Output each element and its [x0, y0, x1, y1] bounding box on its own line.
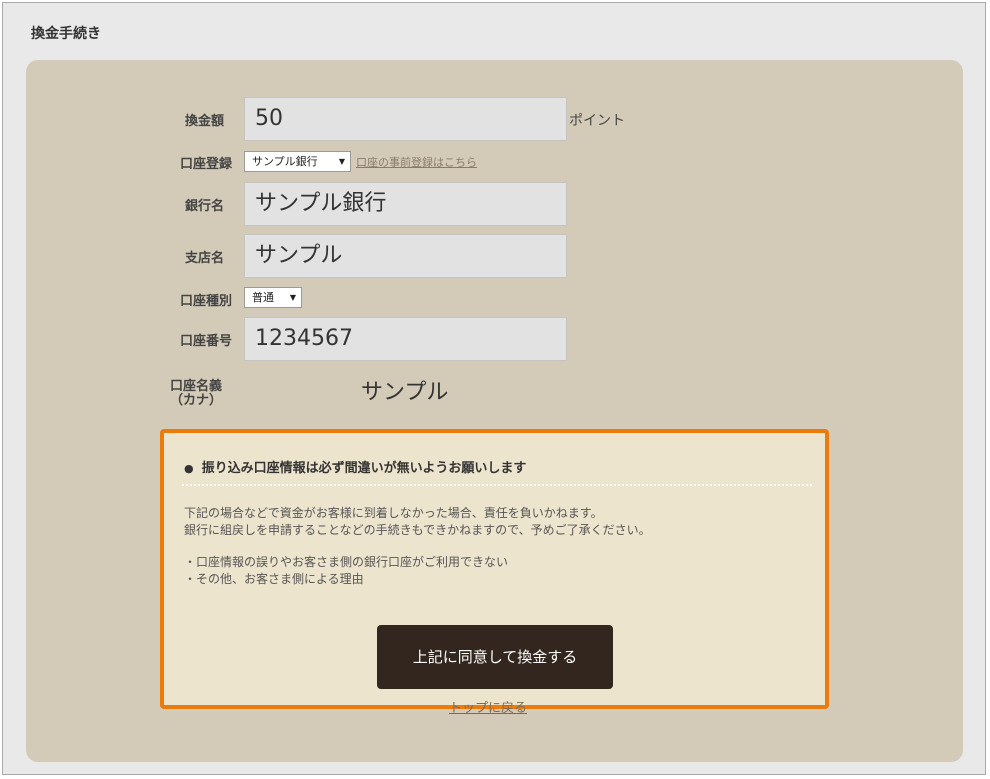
account-holder-label: 口座名義 （カナ） [152, 380, 240, 408]
notice-line-2: 銀行に組戻しを申請することなどの手続きもできかねますので、予めご了承ください。 [184, 523, 651, 537]
notice-divider [182, 484, 812, 486]
chevron-down-icon: ▼ [338, 157, 345, 166]
notice-bullet-1: ・口座情報の誤りやお客さま側の銀行口座がご利用できない [184, 555, 509, 569]
notice-bullet-2: ・その他、お客さま側による理由 [184, 572, 364, 586]
account-type-selected: 普通 [252, 291, 274, 304]
amount-label: 換金額 [184, 114, 224, 129]
account-registration-selected: サンプル銀行 [252, 155, 318, 168]
notice-title: ● 振り込み口座情報は必ず間違いが無いようお願いします [184, 457, 526, 476]
account-registration-select[interactable]: サンプル銀行 ▼ [244, 151, 351, 172]
amount-unit: ポイント [569, 113, 625, 129]
account-holder-label-line2: （カナ） [169, 393, 222, 408]
branch-name-label: 支店名 [184, 251, 224, 266]
notice-box: ● 振り込み口座情報は必ず間違いが無いようお願いします 下記の場合などで資金がお客… [160, 429, 829, 709]
account-holder-value: サンプル [361, 380, 449, 405]
chevron-down-icon: ▼ [289, 293, 296, 302]
back-to-top-link[interactable]: トップに戻る [449, 697, 527, 716]
account-number-input[interactable]: 1234567 [244, 317, 567, 361]
account-registration-label: 口座登録 [179, 157, 232, 172]
page-title: 換金手続き [31, 26, 101, 42]
bank-name-label: 銀行名 [184, 199, 224, 214]
notice-title-text: 振り込み口座情報は必ず間違いが無いようお願いします [201, 461, 527, 476]
account-number-label: 口座番号 [179, 334, 232, 349]
amount-input[interactable]: 50 [244, 97, 567, 141]
account-type-label: 口座種別 [179, 294, 232, 309]
account-type-select[interactable]: 普通 ▼ [244, 287, 302, 308]
agree-exchange-button[interactable]: 上記に同意して換金する [377, 625, 613, 689]
bank-name-input[interactable]: サンプル銀行 [244, 182, 567, 226]
notice-line-1: 下記の場合などで資金がお客様に到着しなかった場合、責任を負いかねます。 [184, 506, 603, 520]
branch-name-input[interactable]: サンプル [244, 234, 567, 278]
bullet-icon: ● [184, 462, 194, 475]
account-preregistration-link[interactable]: 口座の事前登録はこちら [356, 154, 477, 170]
account-holder-label-line1: 口座名義 [169, 379, 222, 394]
